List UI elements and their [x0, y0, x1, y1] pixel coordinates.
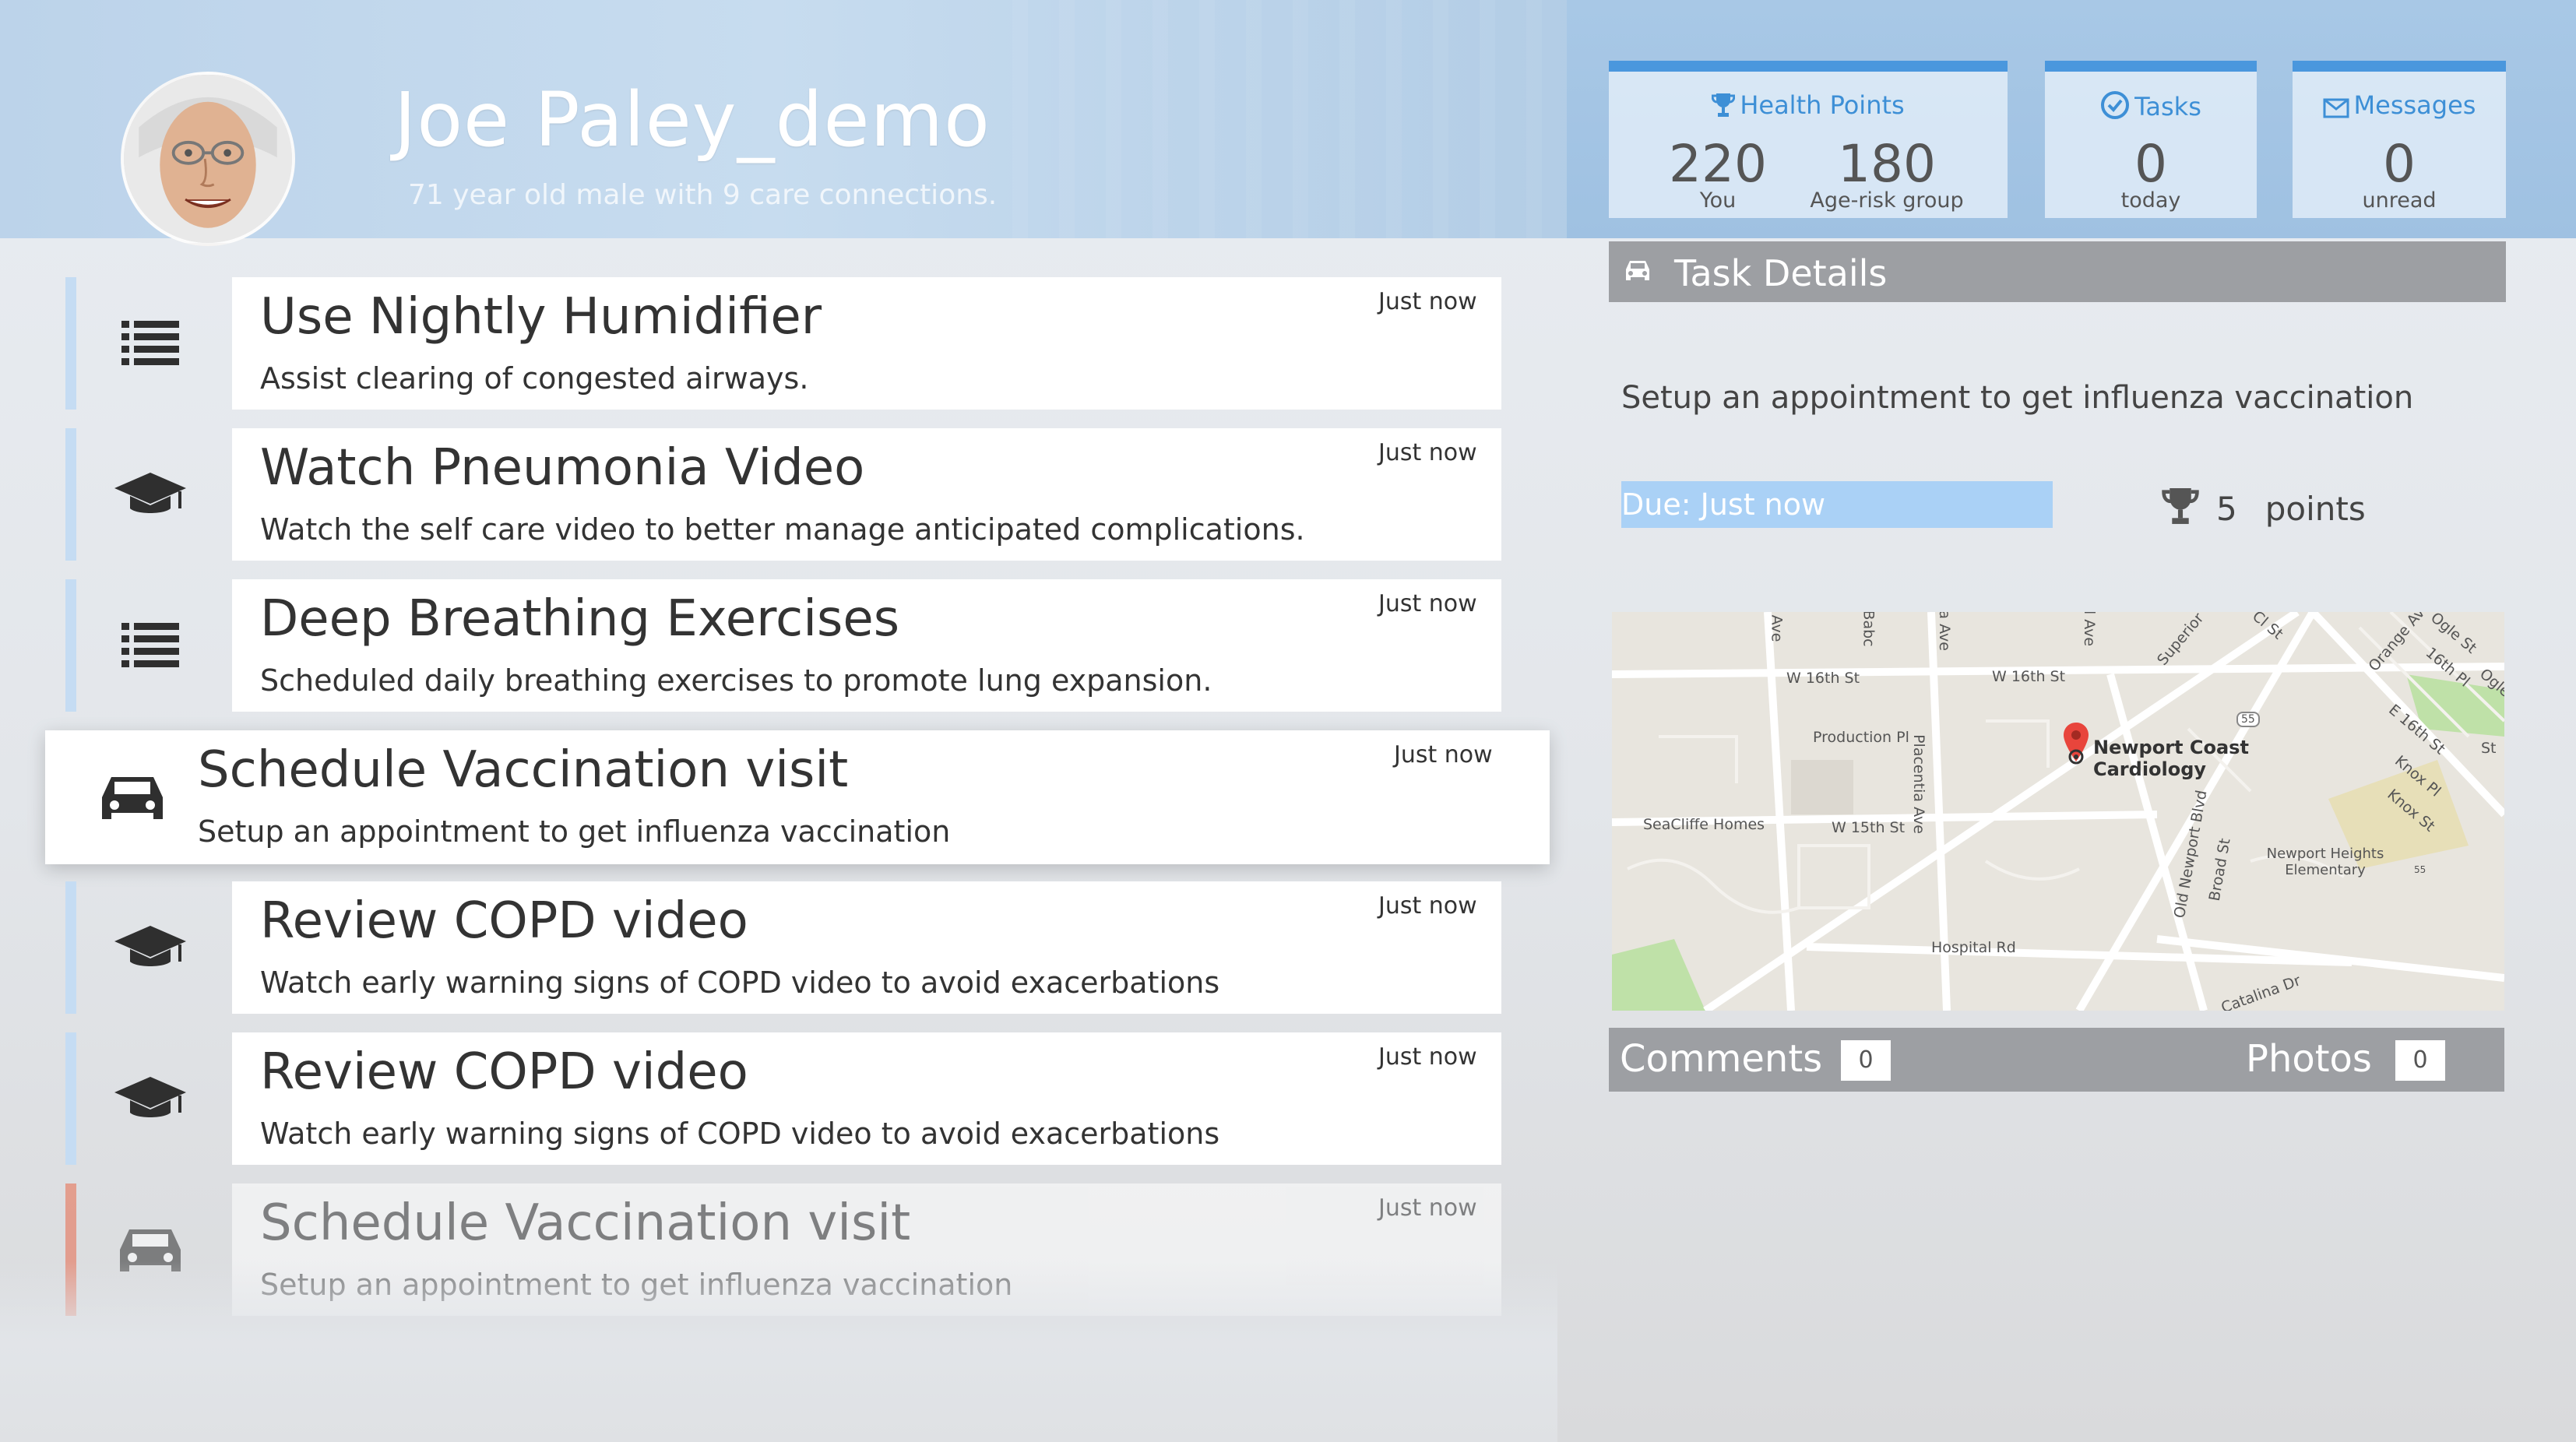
task-accent-bar — [65, 1032, 76, 1165]
due-indicator: Due: Just now — [1621, 481, 2053, 528]
map-label: Production Pl — [1813, 729, 1909, 746]
map-label: ia Ave — [1935, 612, 1953, 651]
task-details-header: Task Details — [1609, 241, 2506, 302]
check-circle-icon — [2100, 90, 2130, 126]
task-title: Watch Pneumonia Video — [260, 439, 865, 497]
task-timestamp: Just now — [1378, 892, 1477, 920]
photos-count: 0 — [2395, 1040, 2445, 1081]
map-label: Hospital Rd — [1931, 939, 2016, 956]
user-name: Joe Paley_demo — [394, 76, 991, 164]
task-details-title: Task Details — [1674, 252, 1888, 294]
task-list-item[interactable]: Watch Pneumonia Video Watch the self care… — [0, 428, 1526, 561]
task-title: Schedule Vaccination visit — [198, 741, 849, 799]
task-timestamp: Just now — [1378, 439, 1477, 466]
graduation-cap-icon — [76, 428, 224, 561]
map-label: Ave — [1768, 614, 1786, 642]
task-description: Assist clearing of congested airways. — [260, 361, 809, 396]
task-list-item[interactable]: Review COPD video Watch early warning sig… — [0, 881, 1526, 1014]
health-points-you-value: 220 — [1669, 134, 1767, 194]
task-accent-bar — [65, 881, 76, 1014]
task-description: Watch early warning signs of COPD video … — [260, 965, 1220, 1000]
trophy-icon — [2162, 486, 2199, 534]
task-timestamp: Just now — [1394, 741, 1493, 768]
tasks-value: 0 — [2134, 134, 2167, 194]
task-timestamp: Just now — [1378, 590, 1477, 617]
points-reward: 5 points — [2162, 486, 2366, 534]
tasks-title: Tasks — [2045, 90, 2257, 126]
task-description: Watch early warning signs of COPD video … — [260, 1117, 1220, 1151]
task-description: Watch the self care video to better mana… — [260, 512, 1305, 547]
points-label: points — [2265, 490, 2366, 528]
health-points-title: Health Points — [1609, 90, 2008, 125]
comments-button[interactable]: Comments — [1620, 1037, 1822, 1081]
tasks-label: Tasks — [2134, 92, 2201, 121]
health-points-you-label: You — [1699, 188, 1737, 213]
messages-sublabel: unread — [2362, 188, 2437, 213]
user-subtitle: 71 year old male with 9 care connections… — [408, 179, 998, 211]
map-label: W 16th St — [1786, 670, 1860, 687]
health-points-group-label: Age-risk group — [1810, 188, 1964, 213]
photos-button[interactable]: Photos — [2246, 1037, 2372, 1081]
messages-card[interactable]: Messages 0 unread — [2293, 61, 2506, 218]
health-points-card[interactable]: Health Points 220 You 180 Age-risk group — [1609, 61, 2008, 218]
comments-photos-bar: Comments 0 Photos 0 — [1609, 1028, 2504, 1092]
task-title: Deep Breathing Exercises — [260, 590, 900, 648]
task-accent-bar — [65, 579, 76, 712]
task-description: Setup an appointment to get influenza va… — [198, 814, 951, 849]
task-timestamp: Just now — [1378, 288, 1477, 315]
task-timestamp: Just now — [1378, 1194, 1477, 1222]
location-map[interactable]: W 16th St W 16th St Production Pl SeaCli… — [1612, 612, 2504, 1011]
task-detail-description: Setup an appointment to get influenza va… — [1621, 380, 2414, 416]
task-list-item[interactable]: Schedule Vaccination visit Setup an appoi… — [0, 730, 1550, 864]
highway-shield: 55 — [2236, 712, 2260, 727]
task-list-item[interactable]: Review COPD video Watch early warning sig… — [0, 1032, 1526, 1165]
map-label: Babc — [1860, 612, 1877, 647]
graduation-cap-icon — [76, 881, 224, 1014]
map-label: SeaCliffe Homes — [1643, 816, 1765, 833]
tasks-card[interactable]: Tasks 0 today — [2045, 61, 2257, 218]
messages-title: Messages — [2293, 90, 2506, 125]
task-accent-bar — [65, 277, 76, 410]
envelope-icon — [2323, 95, 2349, 125]
task-title: Review COPD video — [260, 892, 748, 950]
health-points-group-value: 180 — [1838, 134, 1936, 194]
messages-value: 0 — [2383, 134, 2416, 194]
map-label: W 15th St — [1832, 819, 1906, 836]
map-label: l Ave — [2081, 612, 2099, 647]
graduation-cap-icon — [76, 1032, 224, 1165]
avatar[interactable] — [121, 72, 295, 246]
health-points-label: Health Points — [1740, 90, 1905, 120]
car-icon — [1620, 252, 1656, 291]
map-label: W 16th St — [1992, 668, 2066, 685]
map-label: 55 — [2414, 864, 2426, 875]
comments-count: 0 — [1841, 1040, 1891, 1081]
list-fade-overlay — [0, 1261, 1557, 1442]
messages-label: Messages — [2353, 90, 2476, 120]
map-label: Placentia Ave — [1909, 734, 1927, 834]
map-label: Newport Heights Elementary — [2266, 846, 2384, 878]
map-label: St — [2481, 740, 2497, 757]
task-title: Schedule Vaccination visit — [260, 1194, 911, 1252]
map-place-label: Newport Coast Cardiology — [2093, 737, 2249, 780]
list-icon — [76, 277, 224, 410]
task-description: Scheduled daily breathing exercises to p… — [260, 663, 1212, 698]
points-value: 5 — [2216, 490, 2237, 528]
list-icon — [76, 579, 224, 712]
trophy-icon — [1711, 92, 1736, 125]
task-list-item[interactable]: Use Nightly Humidifier Assist clearing of… — [0, 277, 1526, 410]
car-icon — [55, 730, 210, 864]
tasks-sublabel: today — [2120, 188, 2181, 213]
task-timestamp: Just now — [1378, 1043, 1477, 1071]
task-list-item[interactable]: Deep Breathing Exercises Scheduled daily … — [0, 579, 1526, 712]
task-accent-bar — [65, 428, 76, 561]
task-title: Use Nightly Humidifier — [260, 288, 822, 346]
task-title: Review COPD video — [260, 1043, 748, 1101]
map-pin-icon[interactable] — [2062, 721, 2090, 768]
